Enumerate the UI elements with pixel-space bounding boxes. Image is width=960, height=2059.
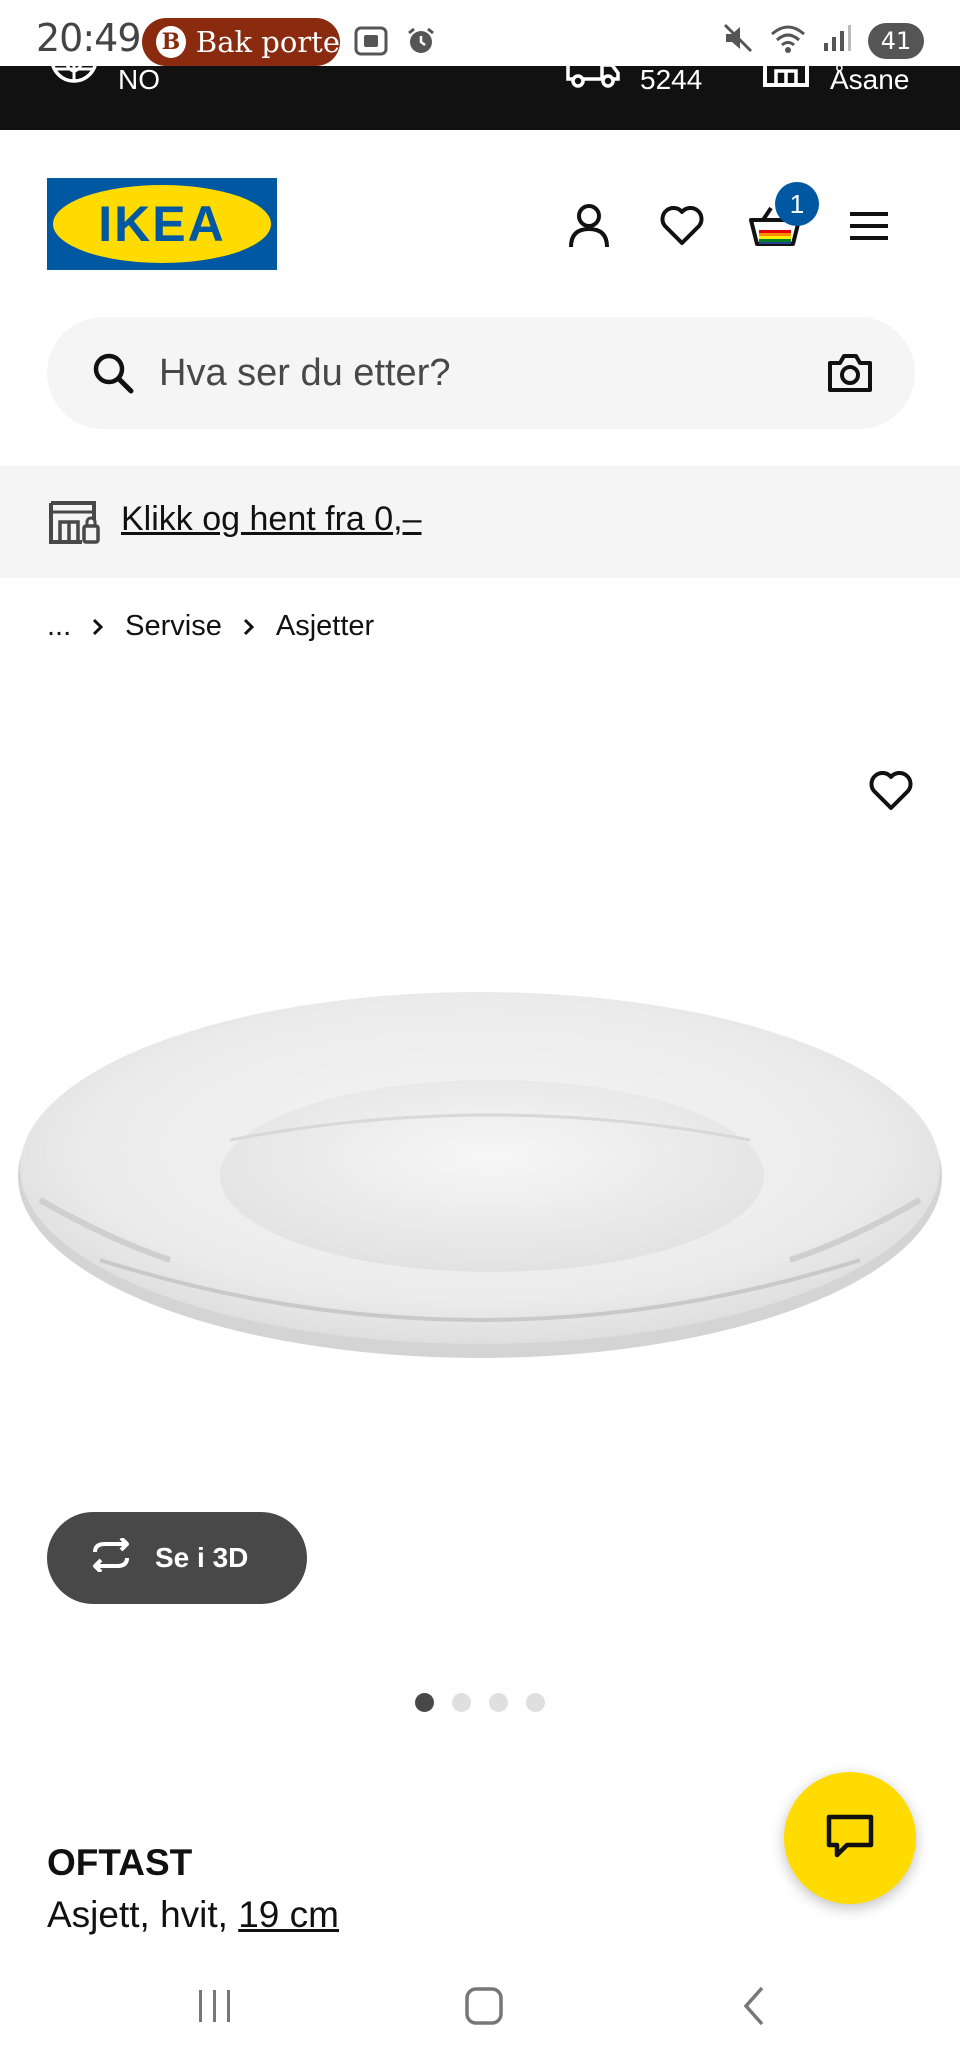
- logo-oval: IKEA: [53, 185, 271, 263]
- hamburger-menu-icon: [848, 209, 890, 248]
- cart-count-badge: 1: [775, 182, 819, 226]
- search-input[interactable]: [159, 345, 819, 401]
- search-icon: [91, 351, 135, 400]
- postal-code-selector[interactable]: 5244: [566, 59, 703, 96]
- status-time: 20:49: [36, 16, 142, 60]
- back-icon: [740, 1985, 768, 2032]
- notification-pill[interactable]: B Bak porte: [142, 18, 340, 66]
- top-bar: NO 5244 Åsane: [0, 58, 960, 130]
- user-icon: [567, 203, 611, 254]
- home-button[interactable]: [444, 1978, 524, 2038]
- notification-app-icon: B: [156, 26, 186, 58]
- product-type: Asjett, hvit,: [47, 1894, 239, 1935]
- product-size-link[interactable]: 19 cm: [238, 1894, 339, 1935]
- postal-code-label: 5244: [640, 64, 703, 95]
- logo-text: IKEA: [98, 196, 226, 252]
- search-bar[interactable]: [47, 317, 915, 429]
- signal-icon: [822, 23, 852, 58]
- plate-image: [18, 992, 942, 1358]
- click-and-collect-link[interactable]: Klikk og hent fra 0,–: [121, 500, 422, 539]
- breadcrumb-ellipsis[interactable]: ...: [47, 610, 71, 643]
- view-3d-label: Se i 3D: [155, 1542, 249, 1573]
- view-3d-button[interactable]: Se i 3D: [47, 1512, 307, 1604]
- recent-apps-button[interactable]: [175, 1978, 255, 2038]
- product-description: Asjett, hvit, 19 cm: [47, 1894, 339, 1936]
- favourites-button[interactable]: [652, 198, 712, 258]
- heart-icon: [868, 771, 914, 816]
- mute-icon: [722, 22, 754, 59]
- account-button[interactable]: [559, 198, 619, 258]
- pagination-dot-2[interactable]: [452, 1693, 471, 1712]
- screenshot-icon: [354, 26, 388, 61]
- home-icon: [464, 1986, 504, 2031]
- chat-bubble-icon: [825, 1813, 875, 1864]
- battery-indicator: 41: [868, 22, 924, 59]
- language-selector[interactable]: NO: [50, 58, 160, 96]
- status-bar: 20:49 B Bak porte 41: [0, 0, 960, 66]
- wifi-icon: [770, 22, 806, 59]
- product-image[interactable]: [0, 700, 960, 1560]
- chat-button[interactable]: [784, 1772, 916, 1904]
- android-navigation-bar: [0, 1960, 960, 2059]
- chevron-right-icon: [242, 617, 256, 637]
- store-pickup-icon: [48, 500, 102, 551]
- breadcrumb-item-asjetter[interactable]: Asjetter: [276, 610, 374, 643]
- header: IKEA 1: [0, 130, 960, 300]
- camera-search-icon[interactable]: [827, 353, 873, 398]
- recent-apps-icon: [195, 1988, 235, 2029]
- store-selector[interactable]: Åsane: [762, 59, 910, 96]
- image-pagination: [0, 1693, 960, 1712]
- breadcrumb-item-servise[interactable]: Servise: [125, 610, 222, 643]
- ikea-logo[interactable]: IKEA: [47, 178, 277, 270]
- back-button[interactable]: [714, 1978, 794, 2038]
- notification-text: Bak porte: [195, 25, 340, 59]
- pagination-dot-1[interactable]: [415, 1693, 434, 1712]
- chevron-right-icon: [91, 617, 105, 637]
- click-and-collect-banner: Klikk og hent fra 0,–: [0, 466, 960, 578]
- language-label: NO: [118, 64, 160, 95]
- rotate-3d-icon: [87, 1536, 135, 1579]
- menu-button[interactable]: [839, 198, 899, 258]
- cart-button[interactable]: 1: [745, 182, 819, 258]
- breadcrumb: ... Servise Asjetter: [47, 610, 374, 643]
- product-name: OFTAST: [47, 1842, 193, 1883]
- pagination-dot-4[interactable]: [526, 1693, 545, 1712]
- alarm-icon: [406, 26, 436, 61]
- heart-icon: [659, 205, 705, 252]
- add-to-favourites-button[interactable]: [868, 770, 914, 817]
- pagination-dot-3[interactable]: [489, 1693, 508, 1712]
- store-label: Åsane: [830, 64, 910, 95]
